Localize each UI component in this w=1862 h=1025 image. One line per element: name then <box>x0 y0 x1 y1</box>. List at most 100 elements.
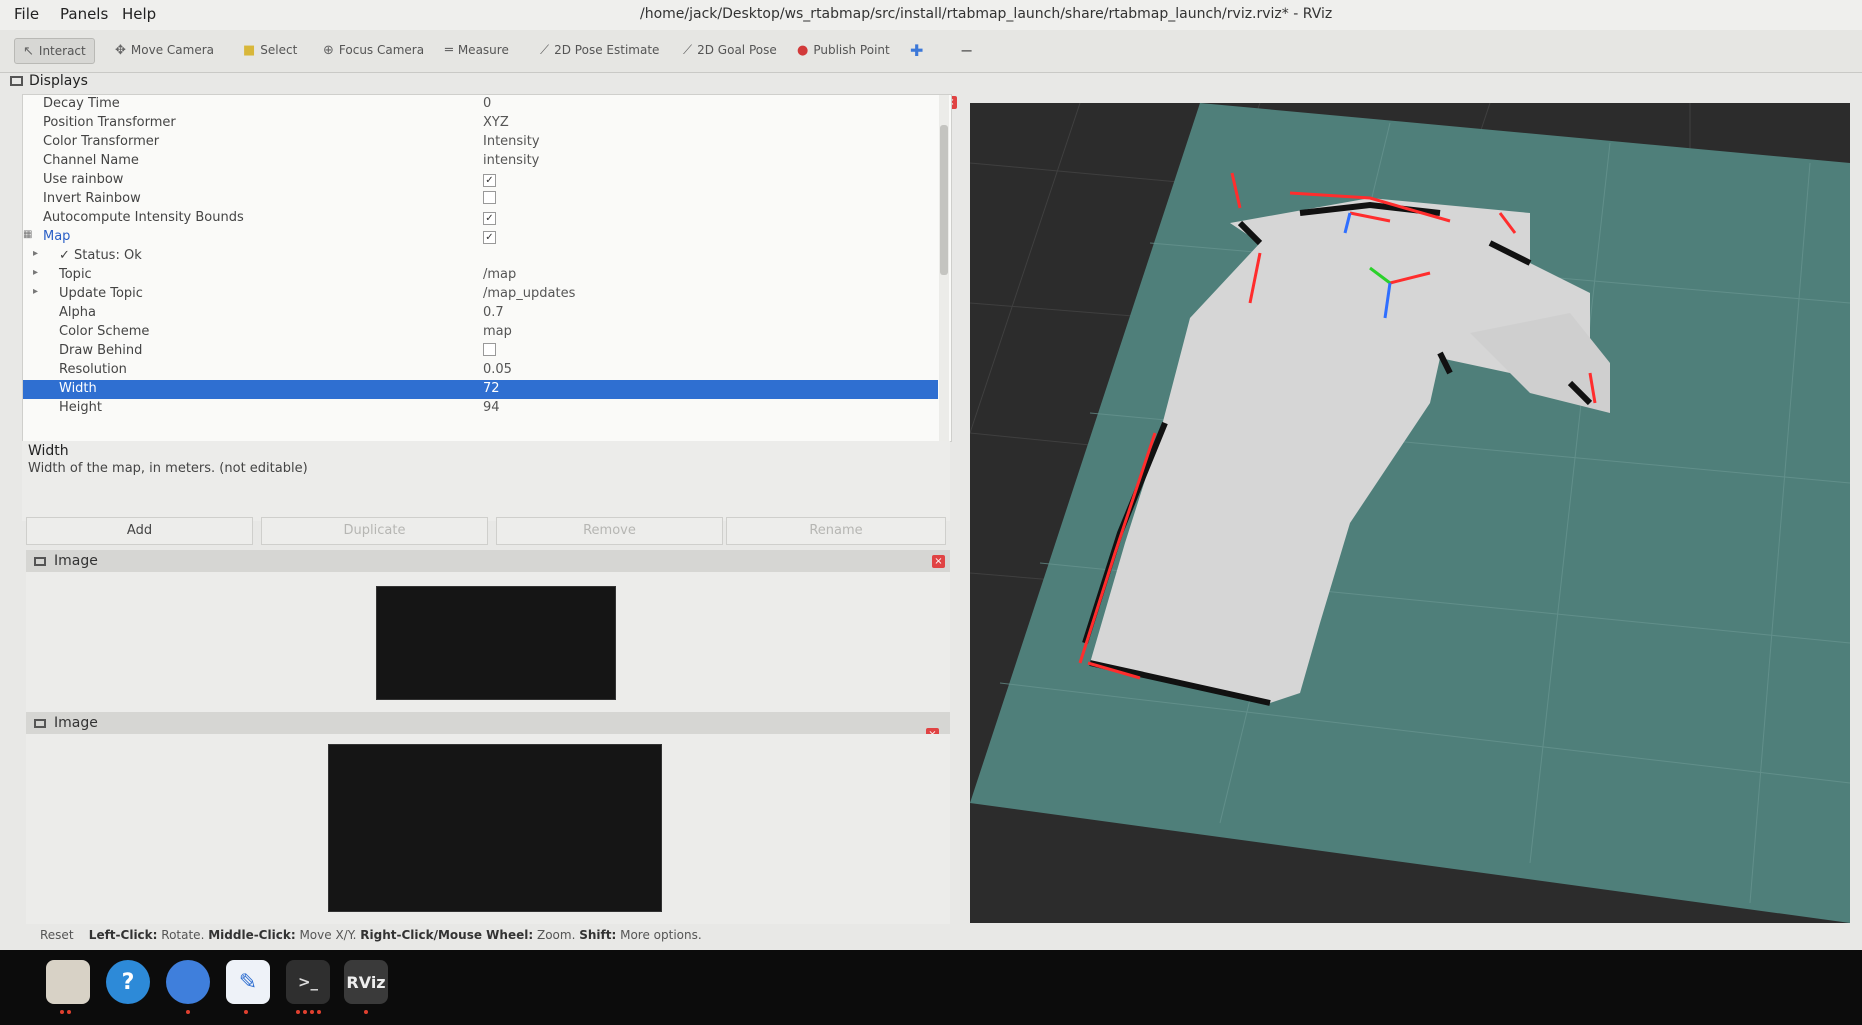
move-camera-icon: ✥ <box>115 42 126 58</box>
displays-header: Displays <box>10 70 960 92</box>
remove-tool-button[interactable]: − <box>960 38 973 62</box>
add-tool-button[interactable]: ✚ <box>910 38 923 62</box>
checkbox[interactable] <box>483 191 496 208</box>
tree-row[interactable]: Invert Rainbow <box>23 190 938 209</box>
checkbox[interactable] <box>483 343 496 360</box>
move-camera-tool[interactable]: ✥ Move Camera <box>115 38 214 62</box>
image-panel-title: Image <box>54 553 98 569</box>
row-value[interactable]: 0 <box>483 96 491 111</box>
map-display-row[interactable]: ▦ Map ✓ <box>23 228 938 247</box>
checkbox[interactable]: ✓ <box>483 210 496 225</box>
status-bar: Reset Left-Click: Rotate. Middle-Click: … <box>40 928 702 942</box>
tree-row[interactable]: Color Scheme map <box>23 323 938 342</box>
rviz-app-icon[interactable]: RViz <box>344 960 388 1004</box>
menu-panels[interactable]: Panels <box>60 5 108 23</box>
displays-title: Displays <box>29 73 88 89</box>
property-description: Width Width of the map, in meters. (not … <box>22 441 950 521</box>
running-indicator <box>186 1010 190 1014</box>
duplicate-button[interactable]: Duplicate <box>261 517 488 545</box>
text-editor-app-icon[interactable]: ✎ <box>226 960 270 1004</box>
description-text: Width of the map, in meters. (not editab… <box>28 461 308 476</box>
tree-row[interactable]: Autocompute Intensity Bounds ✓ <box>23 209 938 228</box>
image-panel-body <box>26 734 950 924</box>
row-value[interactable]: 72 <box>483 381 500 396</box>
row-value[interactable]: /map <box>483 267 516 282</box>
status-key: Shift: <box>579 928 617 942</box>
row-label: Resolution <box>59 362 127 377</box>
select-tool[interactable]: ■ Select <box>243 38 297 62</box>
row-value[interactable]: 0.7 <box>483 305 504 320</box>
expand-arrow-icon[interactable]: ▸ <box>33 286 38 297</box>
tree-row[interactable]: Height 94 <box>23 399 938 418</box>
remove-button[interactable]: Remove <box>496 517 723 545</box>
tool-label: Move Camera <box>130 43 214 57</box>
tree-row[interactable]: ▸ Update Topic/map_updates <box>23 285 938 304</box>
row-label: Color Scheme <box>59 324 150 339</box>
row-label: Update Topic <box>59 286 143 301</box>
add-button[interactable]: Add <box>26 517 253 545</box>
close-icon[interactable]: × <box>932 555 945 568</box>
tree-row[interactable]: Alpha 0.7 <box>23 304 938 323</box>
files-app-icon[interactable] <box>46 960 90 1004</box>
chromium-app-icon[interactable] <box>166 960 210 1004</box>
row-value[interactable]: map <box>483 324 512 339</box>
publish-point-tool[interactable]: ● Publish Point <box>797 38 890 62</box>
row-value[interactable]: Intensity <box>483 134 540 149</box>
checkbox-mark: ✓ <box>483 231 496 244</box>
checkbox-mark: ✓ <box>483 174 496 187</box>
tree-row[interactable]: Channel Name intensity <box>23 152 938 171</box>
checkbox[interactable]: ✓ <box>483 172 496 187</box>
expand-arrow-icon[interactable]: ▸ <box>33 267 38 278</box>
focus-camera-tool[interactable]: ⊕ Focus Camera <box>323 38 424 62</box>
scrollbar-thumb[interactable] <box>940 125 948 275</box>
tree-row[interactable]: ▸ ✓ Status: Ok <box>23 247 938 266</box>
row-value[interactable]: /map_updates <box>483 286 575 301</box>
row-label: Autocompute Intensity Bounds <box>43 210 244 225</box>
row-label: Invert Rainbow <box>43 191 141 206</box>
tool-label: Interact <box>38 44 86 58</box>
interact-tool[interactable]: ↖ Interact <box>14 38 95 64</box>
image-panel-header: Image <box>26 550 950 572</box>
taskbar: ? ✎ >_ RViz <box>0 950 1862 1025</box>
goal-pose-icon: ⟋ <box>683 42 693 58</box>
tree-row[interactable]: Draw Behind <box>23 342 938 361</box>
menu-help[interactable]: Help <box>122 5 156 23</box>
reset-button[interactable]: Reset <box>40 928 74 942</box>
tree-row[interactable]: Use rainbow ✓ <box>23 171 938 190</box>
row-value[interactable]: 94 <box>483 400 500 415</box>
camera-image <box>376 586 616 700</box>
checkbox[interactable]: ✓ <box>483 229 496 244</box>
expand-arrow-icon[interactable]: ▸ <box>33 248 38 259</box>
image-panel-title: Image <box>54 715 98 731</box>
menu-file[interactable]: File <box>14 5 39 23</box>
row-label: Color Transformer <box>43 134 160 149</box>
measure-tool[interactable]: ═ Measure <box>445 38 509 62</box>
tree-row[interactable]: Position Transformer XYZ <box>23 114 938 133</box>
tree-row-selected[interactable]: Width 72 <box>23 380 938 399</box>
tree-row[interactable]: ▸ Topic/map <box>23 266 938 285</box>
tree-row[interactable]: Decay Time 0 <box>23 95 938 114</box>
3d-viewport[interactable] <box>970 103 1850 923</box>
row-value[interactable]: XYZ <box>483 115 509 130</box>
checkbox-mark <box>483 191 496 204</box>
image-panel-header: Image <box>26 712 950 734</box>
tree-row[interactable]: Color Transformer Intensity <box>23 133 938 152</box>
row-label: Width <box>59 381 97 396</box>
displays-tree: Decay Time 0 Position Transformer XYZ Colo… <box>22 94 952 442</box>
terminal-app-icon[interactable]: >_ <box>286 960 330 1004</box>
pose-estimate-tool[interactable]: ⟋ 2D Pose Estimate <box>540 38 659 62</box>
row-value[interactable]: intensity <box>483 153 539 168</box>
rename-button[interactable]: Rename <box>726 517 946 545</box>
displays-buttons: Add Duplicate Remove Rename <box>26 517 946 547</box>
image-panel-body <box>26 572 950 712</box>
row-label: Status: Ok <box>74 248 142 263</box>
row-label: Alpha <box>59 305 96 320</box>
status-ok-label: ✓ Status: Ok <box>59 248 142 263</box>
running-indicator <box>364 1010 368 1014</box>
tree-scrollbar[interactable] <box>939 95 949 441</box>
goal-pose-tool[interactable]: ⟋ 2D Goal Pose <box>683 38 777 62</box>
row-value[interactable]: 0.05 <box>483 362 512 377</box>
tree-row[interactable]: Resolution 0.05 <box>23 361 938 380</box>
help-app-icon[interactable]: ? <box>106 960 150 1004</box>
running-indicator <box>244 1010 248 1014</box>
